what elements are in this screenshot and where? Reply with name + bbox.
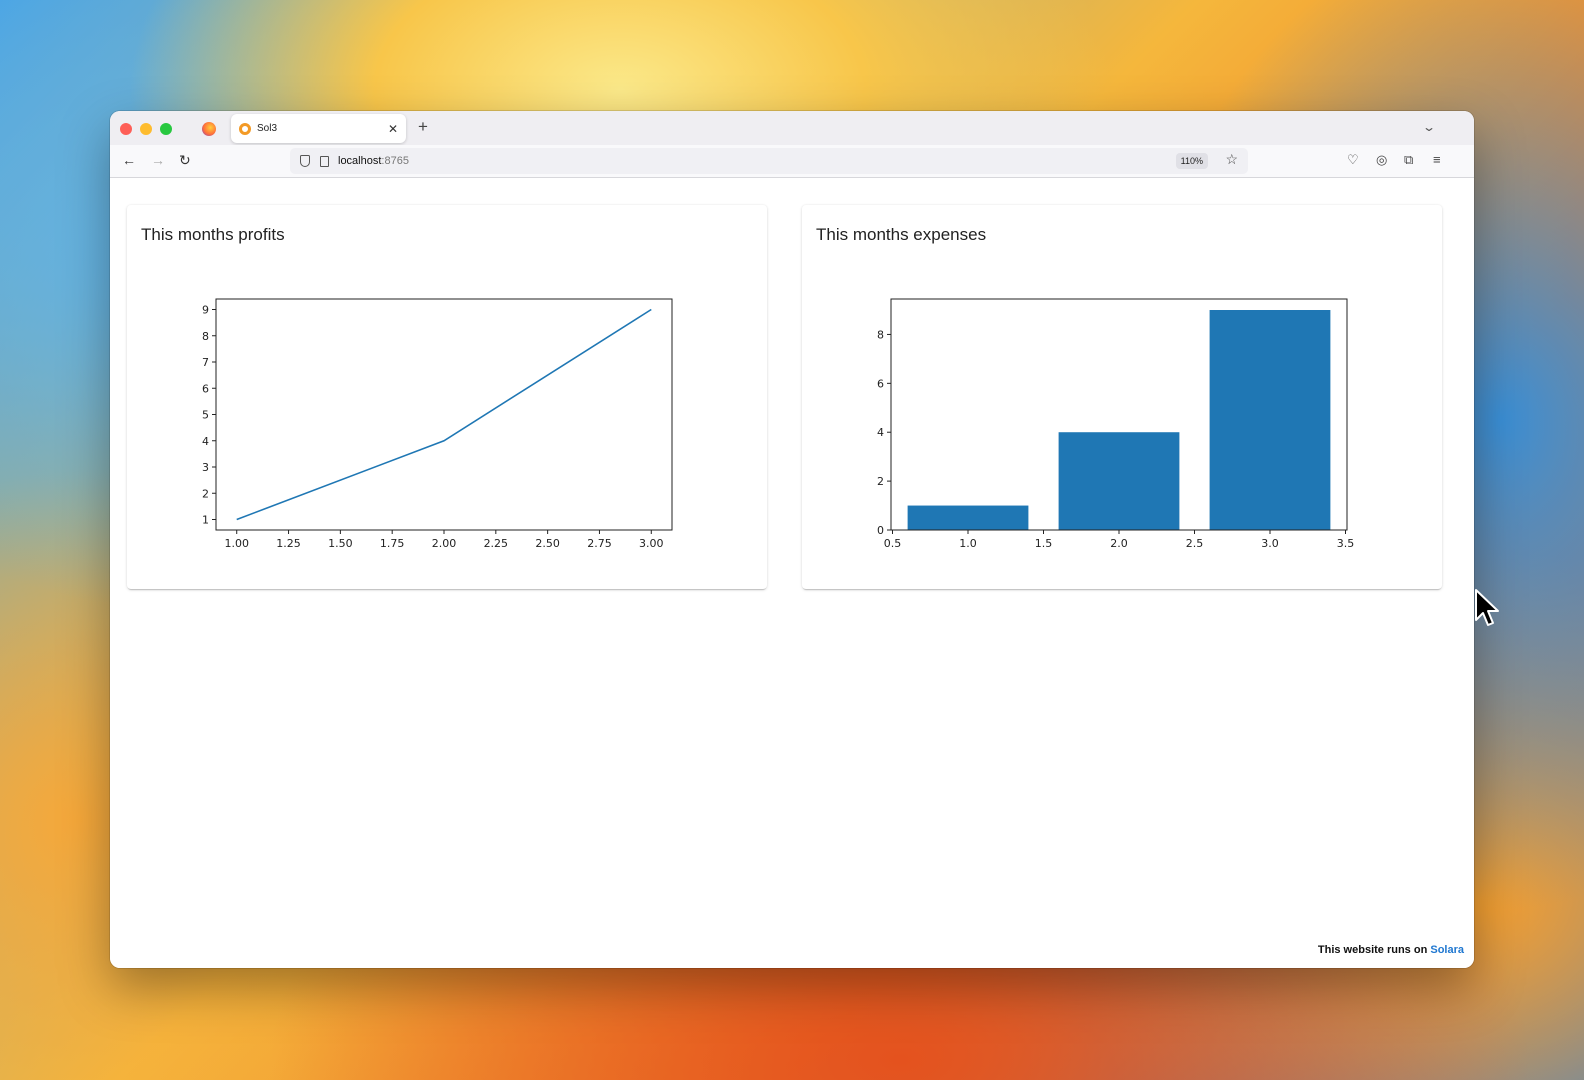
x-tick-label: 2.75	[587, 537, 612, 550]
page-content: This months profits 1.00 1.25 1.50 1.75 2.00…	[110, 178, 1474, 968]
x-tick-label: 0.5	[884, 537, 902, 550]
mouse-pointer-icon	[1475, 589, 1499, 626]
footer-credit: This website runs on Solara	[1318, 944, 1464, 956]
list-all-tabs-chevron-icon[interactable]: ⌄	[1422, 120, 1436, 134]
y-tick-label: 7	[202, 356, 209, 369]
bar-2	[1058, 432, 1180, 530]
profits-card-title: This months profits	[141, 225, 285, 244]
window-controls	[120, 123, 172, 135]
url-bar[interactable]: localhost :8765 110% ☆	[290, 148, 1248, 174]
bookmark-star-icon[interactable]: ☆	[1225, 151, 1238, 168]
x-tick-label: 3.0	[1261, 537, 1279, 550]
y-tick-label: 8	[877, 328, 884, 341]
expenses-card: This months expenses 0.5 1.0 1.5 2.0 2.5 3.0 3…	[802, 205, 1442, 589]
x-tick-label: 2.50	[535, 537, 560, 550]
y-tick-label: 0	[877, 524, 884, 537]
page-info-icon[interactable]	[320, 155, 329, 167]
expenses-card-title: This months expenses	[816, 225, 987, 244]
plot-frame	[215, 298, 673, 531]
x-tick-label: 2.25	[484, 537, 509, 550]
tab-bar: Sol3 ✕ + ⌄	[110, 111, 1474, 145]
browser-window: Sol3 ✕ + ⌄ ← → ↻ localhost :8765 110% ☆ …	[110, 111, 1474, 968]
x-tick-label: 1.5	[1035, 537, 1053, 550]
browser-tab[interactable]: Sol3 ✕	[231, 114, 406, 143]
maximize-window-button[interactable]	[160, 123, 172, 135]
tab-title: Sol3	[257, 123, 278, 134]
minimize-window-button[interactable]	[140, 123, 152, 135]
x-tick-label: 1.0	[959, 537, 977, 550]
solara-favicon-icon	[239, 122, 251, 135]
x-tick-label: 1.75	[380, 537, 405, 550]
url-host: localhost	[338, 155, 382, 167]
expenses-bar-chart: 0.5 1.0 1.5 2.0 2.5 3.0 3.5 0 2 4 6 8	[877, 298, 1355, 550]
forward-arrow-icon[interactable]: →	[151, 152, 165, 168]
firefox-view-icon[interactable]	[202, 122, 216, 136]
tracking-protection-shield-icon[interactable]	[300, 155, 310, 167]
y-tick-label: 1	[202, 514, 209, 527]
y-tick-label: 5	[202, 409, 209, 422]
y-tick-label: 2	[877, 475, 884, 488]
profits-line-chart: 1.00 1.25 1.50 1.75 2.00 2.25 2.50 2.75 3.00 1 2 3 4…	[202, 298, 673, 550]
x-tick-label: 3.5	[1337, 537, 1355, 550]
y-tick-label: 4	[202, 435, 209, 448]
solara-link[interactable]: Solara	[1430, 944, 1464, 956]
x-tick-label: 1.00	[224, 537, 249, 550]
x-tick-label: 1.25	[276, 537, 301, 550]
bar-1	[907, 505, 1029, 530]
y-tick-label: 6	[877, 377, 884, 390]
pocket-icon[interactable]: ♡	[1347, 152, 1359, 168]
y-tick-label: 2	[202, 487, 209, 500]
menu-hamburger-icon[interactable]: ≡	[1433, 152, 1441, 167]
x-tick-label: 3.00	[639, 537, 664, 550]
x-tick-label: 2.0	[1110, 537, 1128, 550]
y-tick-label: 4	[877, 426, 884, 439]
back-arrow-icon[interactable]: ←	[122, 152, 136, 168]
y-tick-label: 8	[202, 330, 209, 343]
navigation-toolbar: ← → ↻ localhost :8765 110% ☆ ♡ ◎ ⧉ ≡	[110, 145, 1474, 178]
profits-card: This months profits 1.00 1.25 1.50 1.75 2.00…	[127, 205, 767, 589]
new-tab-button[interactable]: +	[418, 117, 428, 137]
reload-icon[interactable]: ↻	[179, 152, 191, 169]
bar-3	[1209, 310, 1331, 530]
x-tick-label: 2.5	[1186, 537, 1204, 550]
x-tick-label: 2.00	[432, 537, 457, 550]
y-tick-label: 6	[202, 382, 209, 395]
account-icon[interactable]: ◎	[1376, 152, 1387, 168]
zoom-level-badge[interactable]: 110%	[1175, 153, 1208, 169]
x-tick-label: 1.50	[328, 537, 353, 550]
y-tick-label: 3	[202, 461, 209, 474]
extensions-icon[interactable]: ⧉	[1404, 152, 1413, 168]
footer-text: This website runs on	[1317, 944, 1431, 956]
line-series	[236, 308, 652, 521]
url-port: :8765	[381, 155, 409, 167]
tab-close-icon[interactable]: ✕	[388, 122, 398, 136]
close-window-button[interactable]	[120, 123, 132, 135]
y-tick-label: 9	[202, 304, 209, 317]
